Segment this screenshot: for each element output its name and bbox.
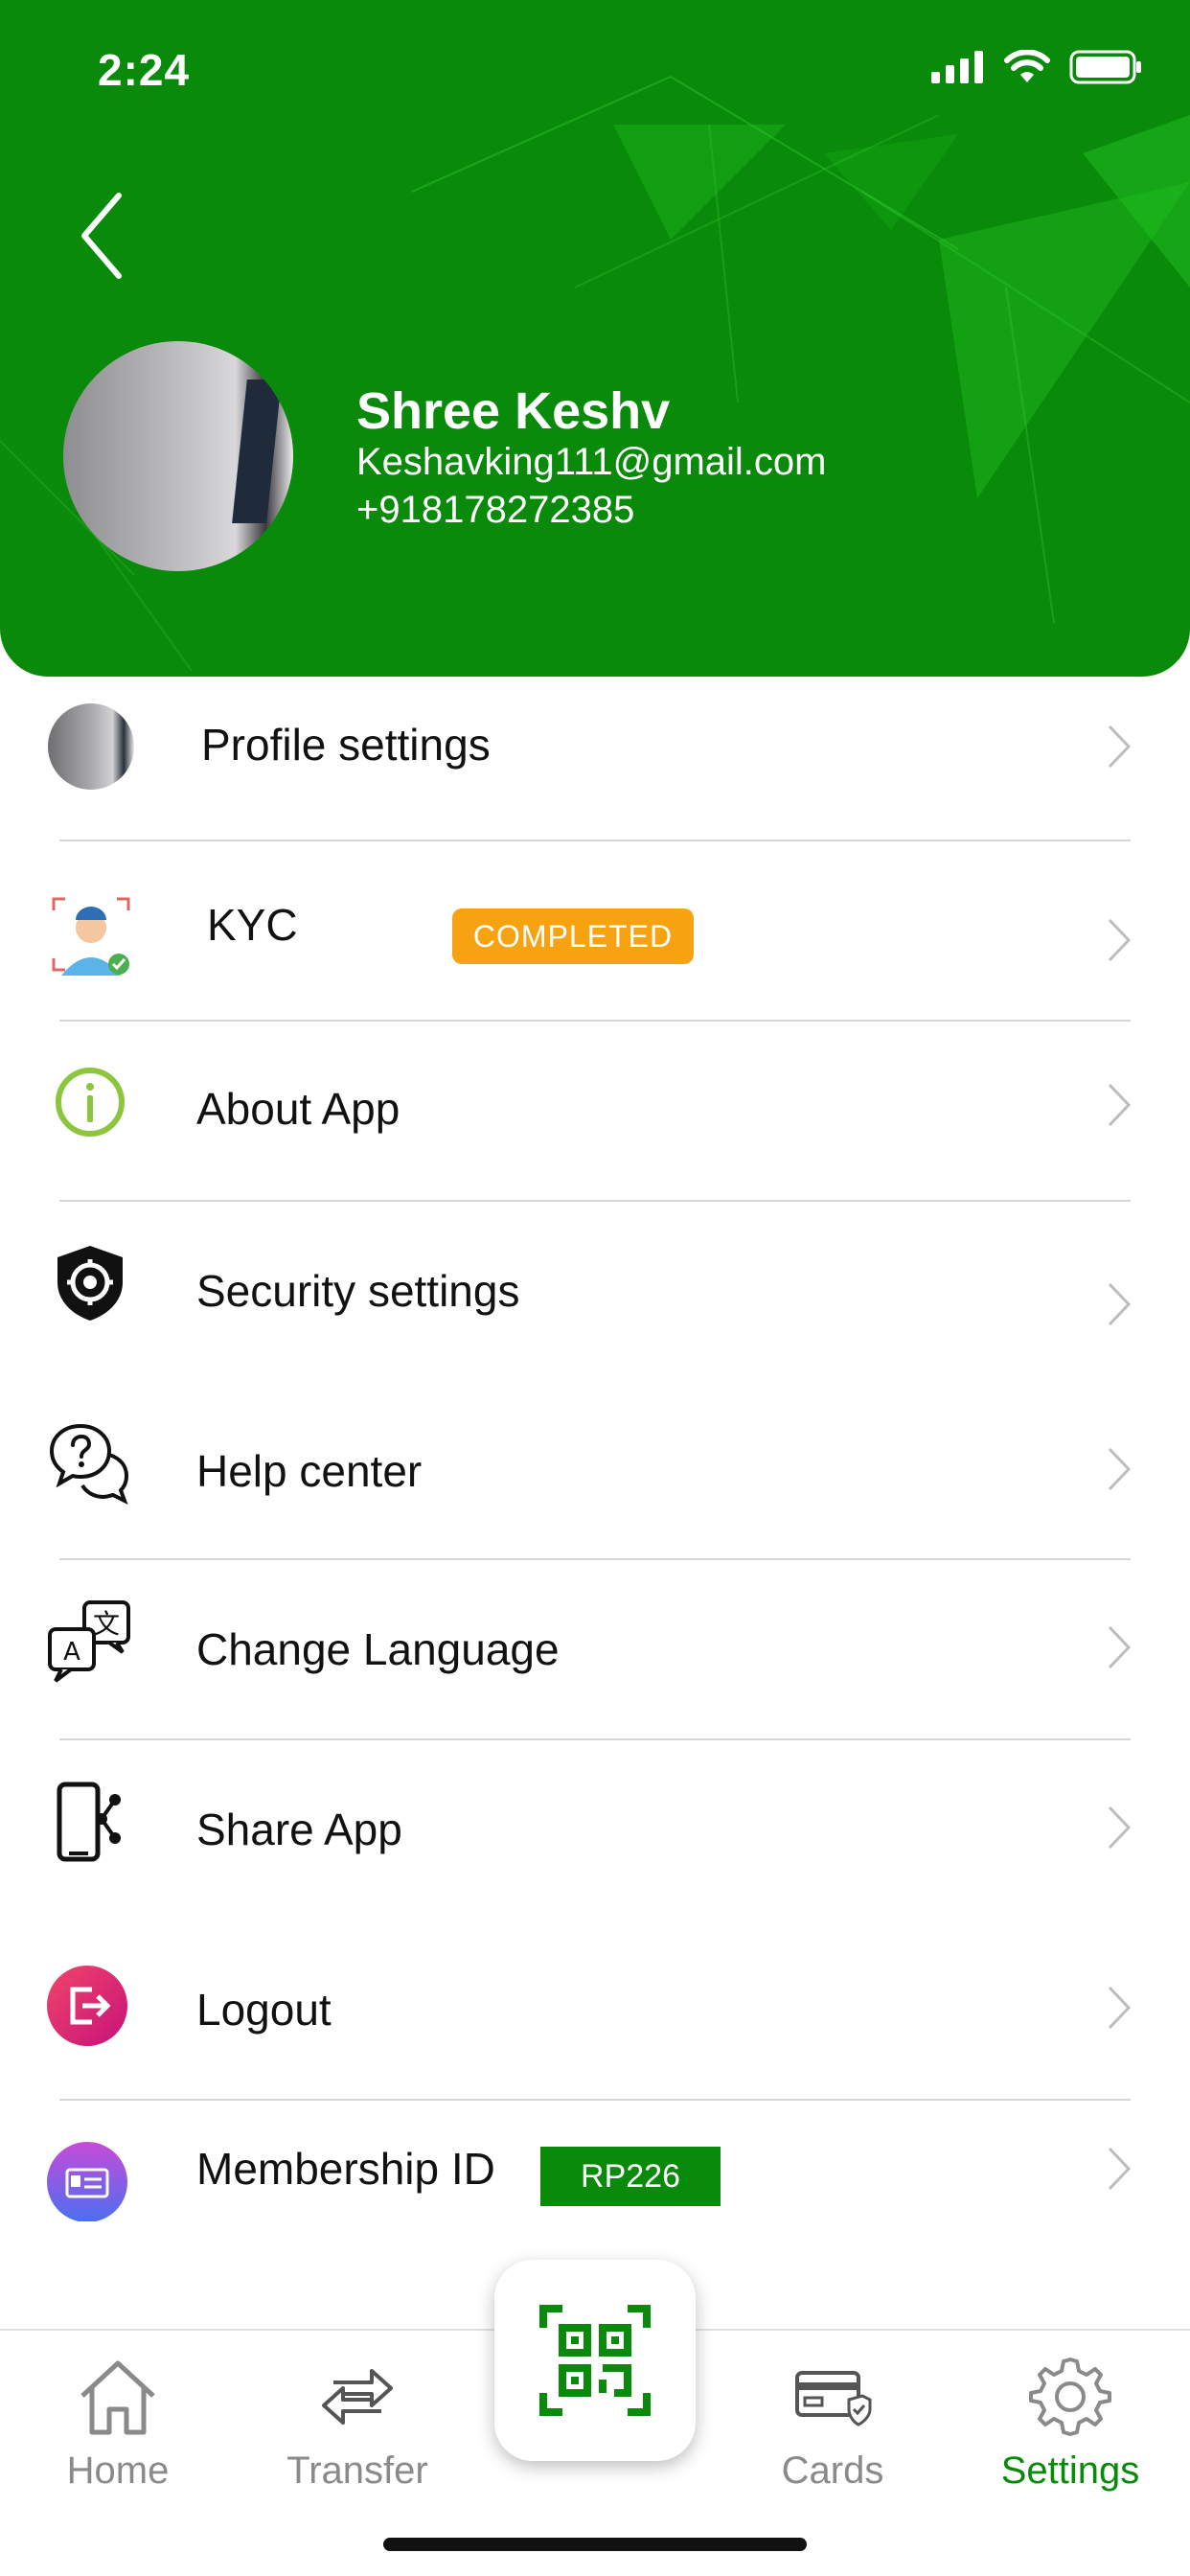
menu-item-membership-id[interactable]: Membership ID RP226 — [0, 2101, 1190, 2221]
cards-icon — [795, 2371, 872, 2426]
menu-item-logout[interactable]: Logout — [0, 1920, 1190, 2099]
menu-item-about-app[interactable]: About App — [0, 1022, 1190, 1200]
menu-item-help-center[interactable]: Help center — [0, 1382, 1190, 1560]
transfer-icon — [322, 2369, 393, 2425]
menu-label-share-app: Share App — [196, 1805, 402, 1854]
menu-item-share-app[interactable]: Share App — [0, 1740, 1190, 1919]
menu-label-about-app: About App — [196, 1084, 400, 1134]
chevron-right-icon — [1108, 918, 1132, 962]
tab-cards-label: Cards — [781, 2450, 884, 2492]
menu-item-kyc[interactable]: KYC COMPLETED — [0, 841, 1190, 1020]
menu-label-kyc: KYC — [207, 900, 298, 950]
tab-home-label: Home — [66, 2450, 170, 2492]
chevron-right-icon — [1108, 1625, 1132, 1669]
translate-icon: 文 A — [48, 1600, 130, 1683]
home-indicator — [383, 2538, 807, 2551]
settings-icon — [1029, 2358, 1111, 2436]
help-chat-icon — [49, 1423, 129, 1506]
menu-label-profile-settings: Profile settings — [201, 720, 491, 770]
qr-scan-icon — [539, 2305, 651, 2416]
status-time: 2:24 — [98, 45, 191, 95]
wifi-icon — [1004, 50, 1050, 82]
cellular-signal-icon — [931, 51, 983, 83]
menu-label-membership-id: Membership ID — [196, 2144, 495, 2194]
share-phone-icon — [57, 1782, 121, 1862]
chevron-right-icon — [1108, 1282, 1132, 1326]
menu-item-change-language[interactable]: 文 A Change Language — [0, 1560, 1190, 1738]
menu-item-security-settings[interactable]: Security settings — [0, 1202, 1190, 1380]
battery-icon — [1069, 50, 1141, 84]
kyc-face-icon — [52, 897, 130, 976]
chevron-right-icon — [1108, 724, 1132, 769]
menu-label-change-language: Change Language — [196, 1624, 560, 1674]
menu-label-help-center: Help center — [196, 1446, 423, 1496]
tab-settings-label: Settings — [1000, 2450, 1140, 2492]
profile-photo-icon — [48, 703, 134, 790]
tab-settings[interactable]: Settings — [970, 2340, 1171, 2493]
chevron-right-icon — [1108, 1806, 1132, 1850]
profile-phone: +918178272385 — [356, 489, 635, 531]
shield-gear-icon — [57, 1246, 123, 1321]
menu-label-security-settings: Security settings — [196, 1266, 520, 1316]
header-background-pattern — [0, 76, 1190, 672]
chevron-right-icon — [1108, 1447, 1132, 1491]
svg-text:文: 文 — [93, 1608, 120, 1640]
tab-transfer[interactable]: Transfer — [257, 2340, 458, 2493]
qr-scan-button[interactable] — [494, 2260, 696, 2461]
back-arrow-icon[interactable] — [77, 188, 134, 284]
chevron-right-icon — [1108, 1986, 1132, 2030]
tab-home[interactable]: Home — [17, 2340, 218, 2493]
svg-text:A: A — [63, 1638, 80, 1667]
profile-avatar[interactable] — [63, 341, 293, 571]
kyc-status-badge: COMPLETED — [452, 908, 694, 964]
logout-icon — [47, 1966, 127, 2046]
profile-header: 2:24 Shree Keshv Keshavking111@gmail.com… — [0, 0, 1190, 677]
chevron-right-icon — [1108, 1083, 1132, 1127]
info-icon — [56, 1068, 125, 1137]
membership-id-badge: RP226 — [540, 2147, 721, 2206]
tab-cards[interactable]: Cards — [732, 2340, 933, 2493]
profile-name: Shree Keshv — [356, 382, 671, 440]
id-card-icon — [47, 2142, 127, 2221]
status-icons — [931, 50, 1142, 84]
home-icon — [80, 2360, 155, 2435]
tab-transfer-label: Transfer — [286, 2450, 428, 2492]
menu-item-profile-settings[interactable]: Profile settings — [0, 673, 1190, 851]
chevron-right-icon — [1108, 2147, 1132, 2191]
menu-label-logout: Logout — [196, 1985, 332, 2035]
profile-email: Keshavking111@gmail.com — [356, 441, 827, 483]
